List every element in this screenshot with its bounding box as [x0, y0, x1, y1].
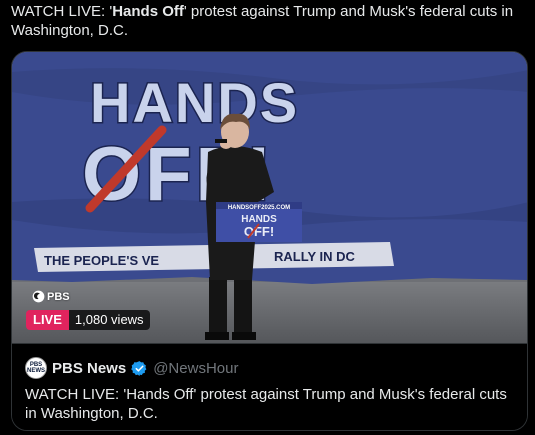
- live-label: LIVE: [26, 310, 69, 330]
- video-player[interactable]: HANDS OFF! THE PEOPLE'S VE RALLY IN DC H…: [12, 52, 527, 343]
- post-text-bold: Hands Off: [112, 3, 184, 20]
- banner-tagline-right: RALLY IN DC: [274, 249, 356, 264]
- pbs-logo-text: PBS: [47, 290, 70, 303]
- post-text: WATCH LIVE: 'Hands Off' protest against …: [11, 2, 526, 40]
- live-badge: LIVE 1,080 views: [26, 310, 150, 330]
- pbs-head-icon: [32, 290, 45, 303]
- card-footer[interactable]: PBS NEWS PBS News @NewsHour WATCH LIVE: …: [12, 343, 527, 430]
- verified-badge-icon: [131, 360, 147, 376]
- post-text-prefix: WATCH LIVE: ': [11, 3, 113, 20]
- avatar[interactable]: PBS NEWS: [25, 357, 47, 379]
- link-card[interactable]: HANDS OFF! THE PEOPLE'S VE RALLY IN DC H…: [11, 51, 528, 431]
- video-frame: HANDS OFF! THE PEOPLE'S VE RALLY IN DC H…: [12, 52, 527, 343]
- podium: HANDSOFF2025.COM HANDS OFF!: [216, 202, 302, 242]
- card-title[interactable]: WATCH LIVE: 'Hands Off' protest against …: [25, 385, 520, 423]
- pbs-logo: PBS: [32, 290, 70, 303]
- view-count: 1,080 views: [68, 310, 150, 330]
- author-name[interactable]: PBS News: [52, 360, 126, 377]
- podium-url: HANDSOFF2025.COM: [228, 205, 290, 211]
- banner-tagline-left: THE PEOPLE'S VE: [44, 253, 159, 268]
- author-row[interactable]: PBS NEWS PBS News @NewsHour: [25, 356, 238, 380]
- author-handle[interactable]: @NewsHour: [153, 360, 238, 377]
- banner-hands-text: HANDS: [90, 71, 299, 134]
